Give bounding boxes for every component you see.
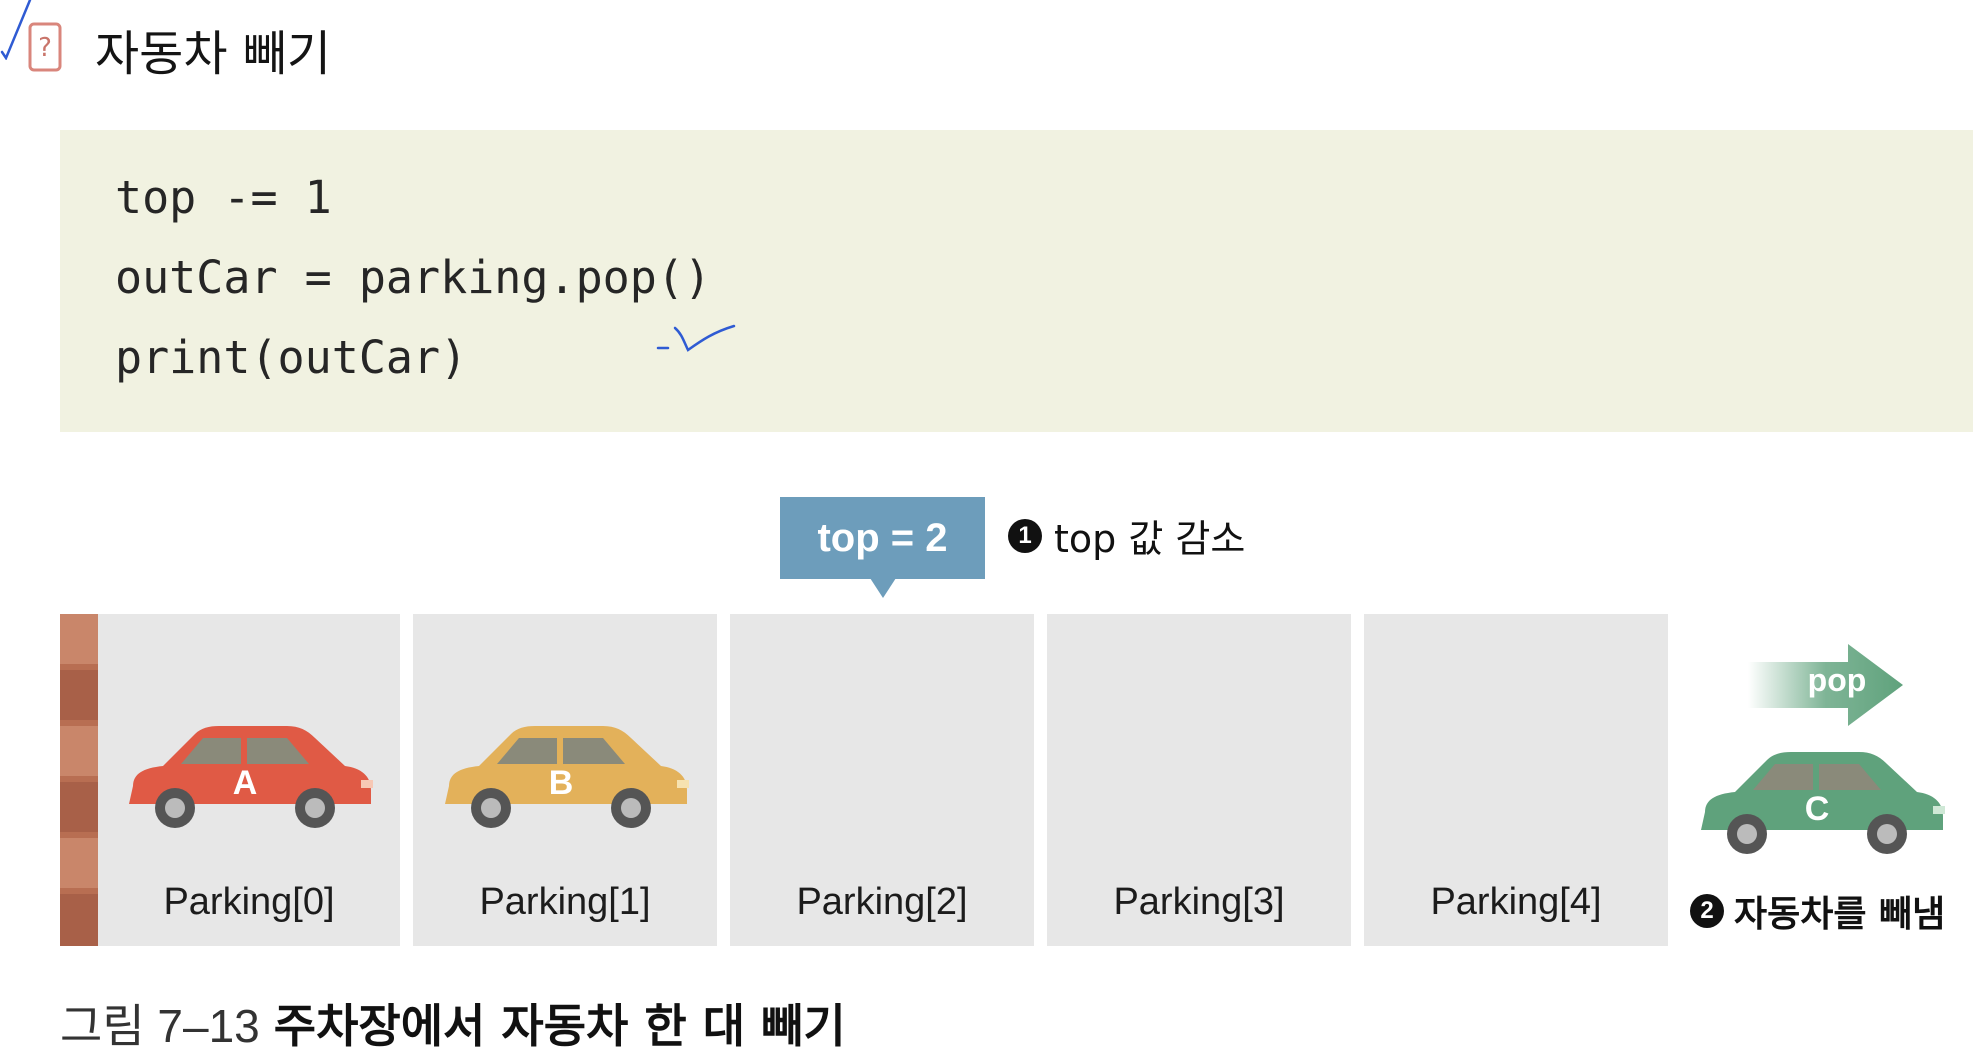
code-line: outCar = parking.pop() xyxy=(115,251,712,304)
parking-slot-4: Parking[4] xyxy=(1364,614,1668,946)
code-line: print(outCar) xyxy=(115,331,468,384)
step-2-text: 자동차를 빼냄 xyxy=(1734,894,1946,935)
parking-slot-1: B Parking[1] xyxy=(413,614,717,946)
parking-slot-0: A Parking[0] xyxy=(98,614,400,946)
step-number-badge: 1 xyxy=(1008,518,1042,553)
figure-number: 그림 7–13 xyxy=(60,1000,260,1052)
question-card-icon: ? xyxy=(28,22,62,72)
parking-slot-label: Parking[2] xyxy=(796,881,968,923)
step-1-annotation: 1 top 값 감소 xyxy=(1008,508,1245,563)
handwritten-check-mark xyxy=(656,324,736,352)
svg-text:?: ? xyxy=(38,33,52,63)
step-2-annotation: 2 자동차를 빼냄 xyxy=(1690,885,1945,937)
code-block: top -= 1 outCar = parking.pop() print(ou… xyxy=(60,130,1973,432)
parking-slot-label: Parking[3] xyxy=(1113,881,1285,923)
car-b-icon: B xyxy=(445,726,689,828)
parking-slot-label: Parking[1] xyxy=(479,881,651,923)
car-c-icon: C xyxy=(1701,752,1945,854)
parking-slot-2: Parking[2] xyxy=(730,614,1034,946)
code-line: top -= 1 xyxy=(115,171,332,224)
car-a-label: A xyxy=(233,764,258,802)
parking-slot-label: Parking[0] xyxy=(163,881,335,923)
brick-wall xyxy=(60,614,98,946)
section-title: 자동차 빼기 xyxy=(95,26,332,82)
parking-slot-3: Parking[3] xyxy=(1047,614,1351,946)
figure-title: 주차장에서 자동차 한 대 빼기 xyxy=(273,999,846,1053)
parking-slot-label: Parking[4] xyxy=(1430,881,1602,923)
figure-caption: 그림 7–13 주차장에서 자동차 한 대 빼기 xyxy=(60,990,846,1056)
car-b-label: B xyxy=(549,764,574,802)
car-a-icon: A xyxy=(129,726,373,828)
car-c-label: C xyxy=(1805,790,1830,828)
pop-label: pop xyxy=(1807,662,1867,698)
step-1-text: top 값 감소 xyxy=(1054,517,1246,561)
step-number-badge: 2 xyxy=(1690,894,1724,928)
pointer-arrow-icon xyxy=(870,578,896,598)
top-pointer-box: top = 2 xyxy=(780,497,985,579)
